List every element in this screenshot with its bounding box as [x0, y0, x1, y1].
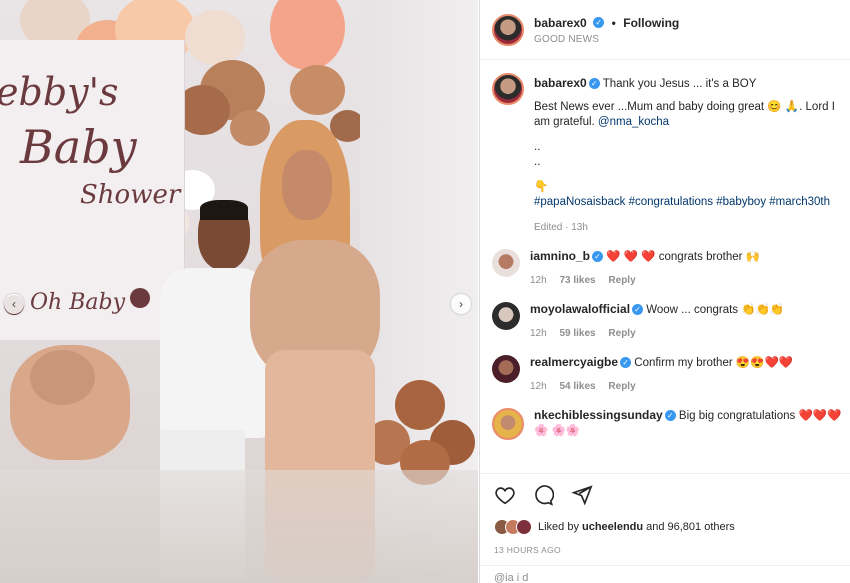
- balloon: [290, 65, 345, 115]
- comment-time: 12h: [530, 275, 547, 286]
- hashtags[interactable]: #papaNosaisback #congratulations #babybo…: [534, 195, 850, 210]
- location-label[interactable]: GOOD NEWS: [534, 34, 679, 45]
- caption-dots-1: ..: [534, 141, 541, 153]
- caption-text-1: Thank you Jesus ... it's a BOY: [602, 78, 757, 90]
- avatar[interactable]: [492, 13, 524, 46]
- comment-text: ❤️ ❤️ ❤️ congrats brother 🙌: [606, 251, 761, 263]
- verified-icon: ✓: [592, 251, 604, 263]
- verified-icon: ✓: [632, 304, 644, 316]
- post-header: babarex0 ✓ • Following GOOD NEWS: [480, 0, 850, 60]
- comment-username[interactable]: iamnino_b: [530, 249, 590, 263]
- comment-likes[interactable]: 73 likes: [559, 275, 595, 286]
- verified-icon: ✓: [620, 357, 632, 369]
- banner-line-2: Baby: [20, 120, 137, 174]
- chevron-right-icon[interactable]: ›: [451, 294, 471, 314]
- avatar[interactable]: [492, 73, 524, 105]
- caption: babarex0 ✓ Thank you Jesus ... it's a BOY…: [492, 73, 850, 235]
- comment-likes[interactable]: 54 likes: [559, 381, 595, 392]
- comment-item: iamnino_b ✓ ❤️ ❤️ ❤️ congrats brother 🙌 1…: [492, 249, 850, 288]
- comment-likes[interactable]: 59 likes: [559, 328, 595, 339]
- paw-print-icon: [130, 288, 150, 308]
- reply-button[interactable]: Reply: [608, 381, 635, 392]
- comment-time: 12h: [530, 381, 547, 392]
- comment-text: Woow ... congrats 👏👏👏: [646, 304, 785, 316]
- edited-label: Edited: [534, 222, 563, 233]
- post-image[interactable]: ebby's Baby Shower Oh Baby ‹ ›: [0, 0, 478, 583]
- add-comment-text[interactable]: @ia i d: [494, 572, 528, 583]
- verified-icon: ✓: [588, 78, 600, 90]
- caption-text-2: Best News ever ...Mum and baby doing gre…: [534, 101, 835, 128]
- avatar[interactable]: [492, 408, 524, 440]
- share-icon[interactable]: [571, 484, 593, 506]
- reply-button[interactable]: Reply: [608, 328, 635, 339]
- comment-item: moyolawalofficial ✓ Woow ... congrats 👏👏👏…: [492, 302, 850, 341]
- likes-summary: Liked by ucheelendu and 96,801 others: [494, 519, 838, 535]
- teddy-bear-head: [30, 350, 95, 405]
- comment-username[interactable]: realmercyaigbe: [530, 355, 618, 369]
- comment-item: realmercyaigbe ✓ Confirm my brother 😍😍❤️❤…: [492, 355, 850, 394]
- chevron-left-icon[interactable]: ‹: [4, 294, 24, 314]
- comments-section[interactable]: babarex0 ✓ Thank you Jesus ... it's a BOY…: [480, 61, 850, 473]
- comment-username[interactable]: moyolawalofficial: [530, 302, 630, 316]
- avatar[interactable]: [492, 249, 520, 277]
- likes-prefix: Liked by: [538, 521, 579, 533]
- comment-item: nkechiblessingsunday ✓ Big big congratula…: [492, 408, 850, 440]
- avatar[interactable]: [492, 355, 520, 383]
- caption-username[interactable]: babarex0: [534, 76, 587, 90]
- caption-emoji: 👇: [534, 181, 549, 193]
- comment-text: Confirm my brother 😍😍❤️❤️: [634, 357, 794, 369]
- avatar[interactable]: [492, 302, 520, 330]
- add-comment-bar[interactable]: @ia i d: [480, 565, 850, 583]
- post-timestamp: 13 HOURS AGO: [494, 545, 561, 555]
- separator: •: [611, 16, 616, 30]
- liker-avatars: [494, 519, 534, 535]
- banner-line-4: Oh Baby: [30, 290, 125, 315]
- mention-link[interactable]: @nma_kocha: [598, 116, 669, 128]
- action-bar: Liked by ucheelendu and 96,801 others 13…: [480, 473, 850, 555]
- heart-icon[interactable]: [494, 484, 516, 506]
- foreground-blur: [0, 470, 478, 583]
- post-username[interactable]: babarex0: [534, 16, 587, 30]
- balloon: [270, 0, 345, 70]
- comment-icon[interactable]: [532, 484, 555, 506]
- caption-time: 13h: [571, 222, 588, 233]
- post-sidebar: babarex0 ✓ • Following GOOD NEWS babarex…: [479, 0, 850, 583]
- balloon: [185, 10, 245, 65]
- reply-button[interactable]: Reply: [608, 275, 635, 286]
- caption-dots-2: ..: [534, 156, 541, 168]
- banner-line-1: ebby's: [0, 70, 119, 114]
- comment-time: 12h: [530, 328, 547, 339]
- liked-by-user[interactable]: ucheelendu: [582, 521, 643, 533]
- following-button[interactable]: Following: [623, 16, 679, 30]
- verified-icon: ✓: [664, 410, 676, 422]
- baby-shower-banner: ebby's Baby Shower Oh Baby: [0, 40, 185, 340]
- comment-username[interactable]: nkechiblessingsunday: [534, 408, 663, 422]
- likes-suffix[interactable]: and 96,801 others: [646, 521, 735, 533]
- verified-icon: ✓: [593, 17, 605, 29]
